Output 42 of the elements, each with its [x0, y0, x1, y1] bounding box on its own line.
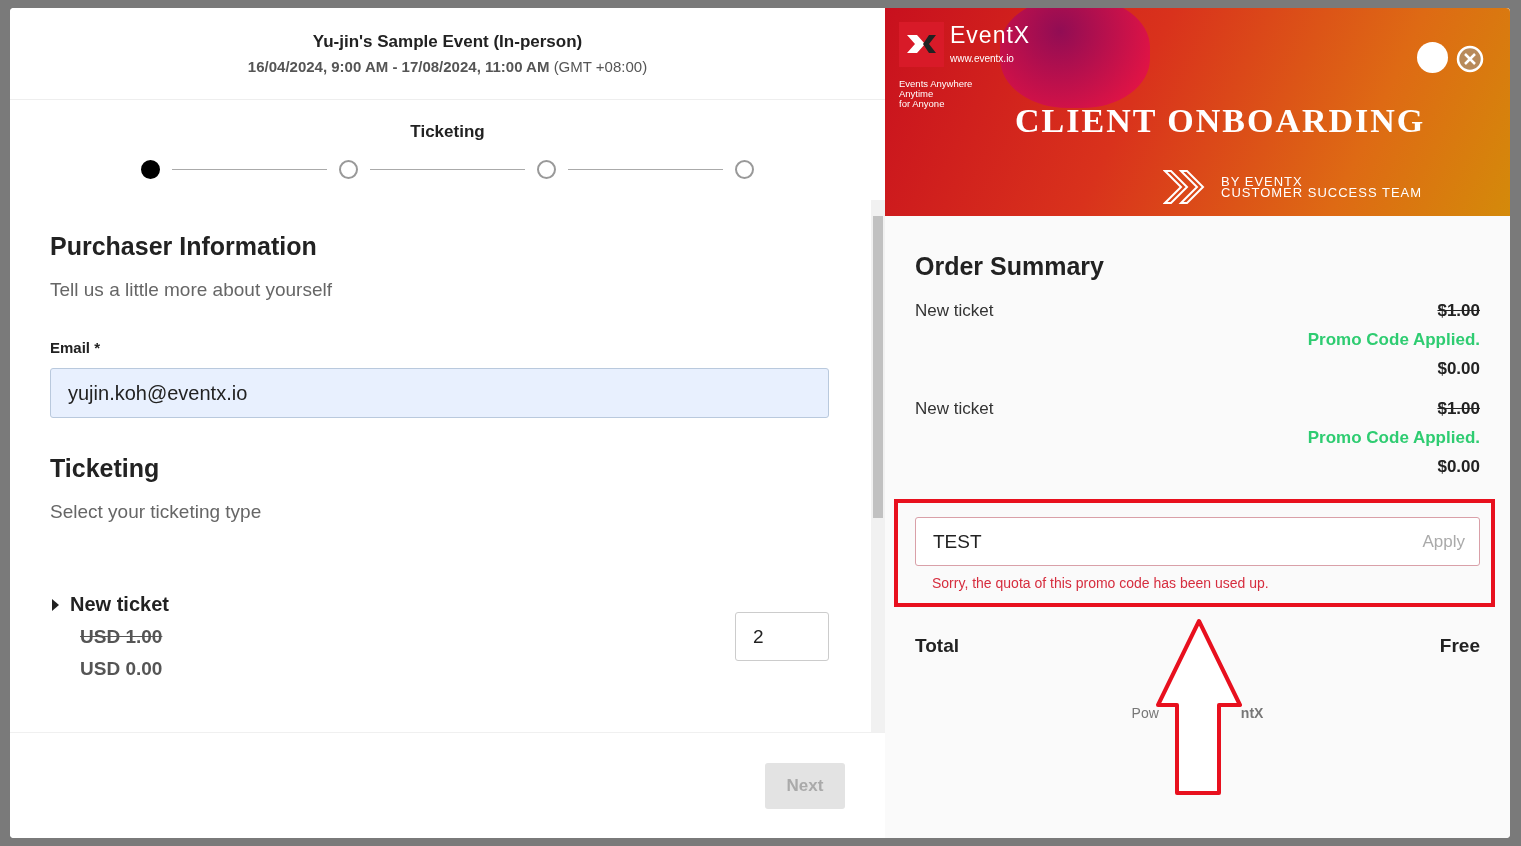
brand-name: EventX [950, 22, 1031, 49]
brand-url: www.eventx.io [950, 53, 1015, 64]
byline-line: CUSTOMER SUCCESS TEAM [1221, 187, 1423, 198]
ticket-price: USD 0.00 [79, 658, 164, 680]
scrollbar[interactable] [871, 200, 885, 732]
original-price: $1.00 [1437, 399, 1480, 419]
quantity-field[interactable]: 2 [735, 612, 829, 661]
byline-line: BY EVENTX [1221, 176, 1304, 187]
section-subheading: Tell us a little more about yourself [50, 279, 333, 301]
email-field[interactable]: yujin.koh@eventx.io [50, 368, 829, 418]
section-heading: Ticketing [50, 454, 161, 483]
original-price: USD 1.00 [79, 626, 164, 648]
caret-icon[interactable] [50, 598, 60, 611]
item-name: New ticket [915, 399, 994, 420]
powered-by-text: ntX [1240, 705, 1264, 721]
total-label: Total [915, 635, 959, 657]
total-value: Free [1439, 635, 1480, 657]
promo-note: Promo Code Applied. [1307, 330, 1480, 350]
item-name: New ticket [915, 301, 994, 322]
section-heading: Purchaser Information [50, 232, 318, 261]
powered-by-text: Pow [1131, 705, 1159, 721]
item-price: $0.00 [1437, 359, 1480, 379]
tagline-line: Events Anywhere [899, 79, 973, 89]
tagline-line: Anytime [899, 89, 934, 99]
error-message: Sorry, the quota of this promo code has been used up. [931, 575, 1270, 591]
banner-title: CLIENT ONBOARDING [1015, 102, 1426, 140]
promo-note: Promo Code Applied. [1307, 428, 1480, 448]
event-dates: 16/04/2024, 9:00 AM - 17/08/2024, 11:00 AM (GMT +08:00) [247, 58, 648, 75]
item-price: $0.00 [1437, 457, 1480, 477]
field-label: Email * [50, 339, 102, 356]
promo-code-field[interactable]: TEST Apply [915, 517, 1480, 566]
circle-icon [1417, 42, 1448, 73]
section-subheading: Select your ticketing type [50, 501, 263, 523]
summary-heading: Order Summary [915, 252, 1105, 281]
close-icon[interactable] [1456, 45, 1484, 73]
step-label: Ticketing [410, 122, 485, 142]
ticket-name: New ticket [70, 593, 169, 616]
tagline-line: for Anyone [899, 99, 946, 109]
logo-icon [899, 22, 944, 67]
chevrons-icon [1163, 169, 1207, 205]
event-title: Yu-jin's Sample Event (In-person) [312, 32, 583, 52]
original-price: $1.00 [1437, 301, 1480, 321]
